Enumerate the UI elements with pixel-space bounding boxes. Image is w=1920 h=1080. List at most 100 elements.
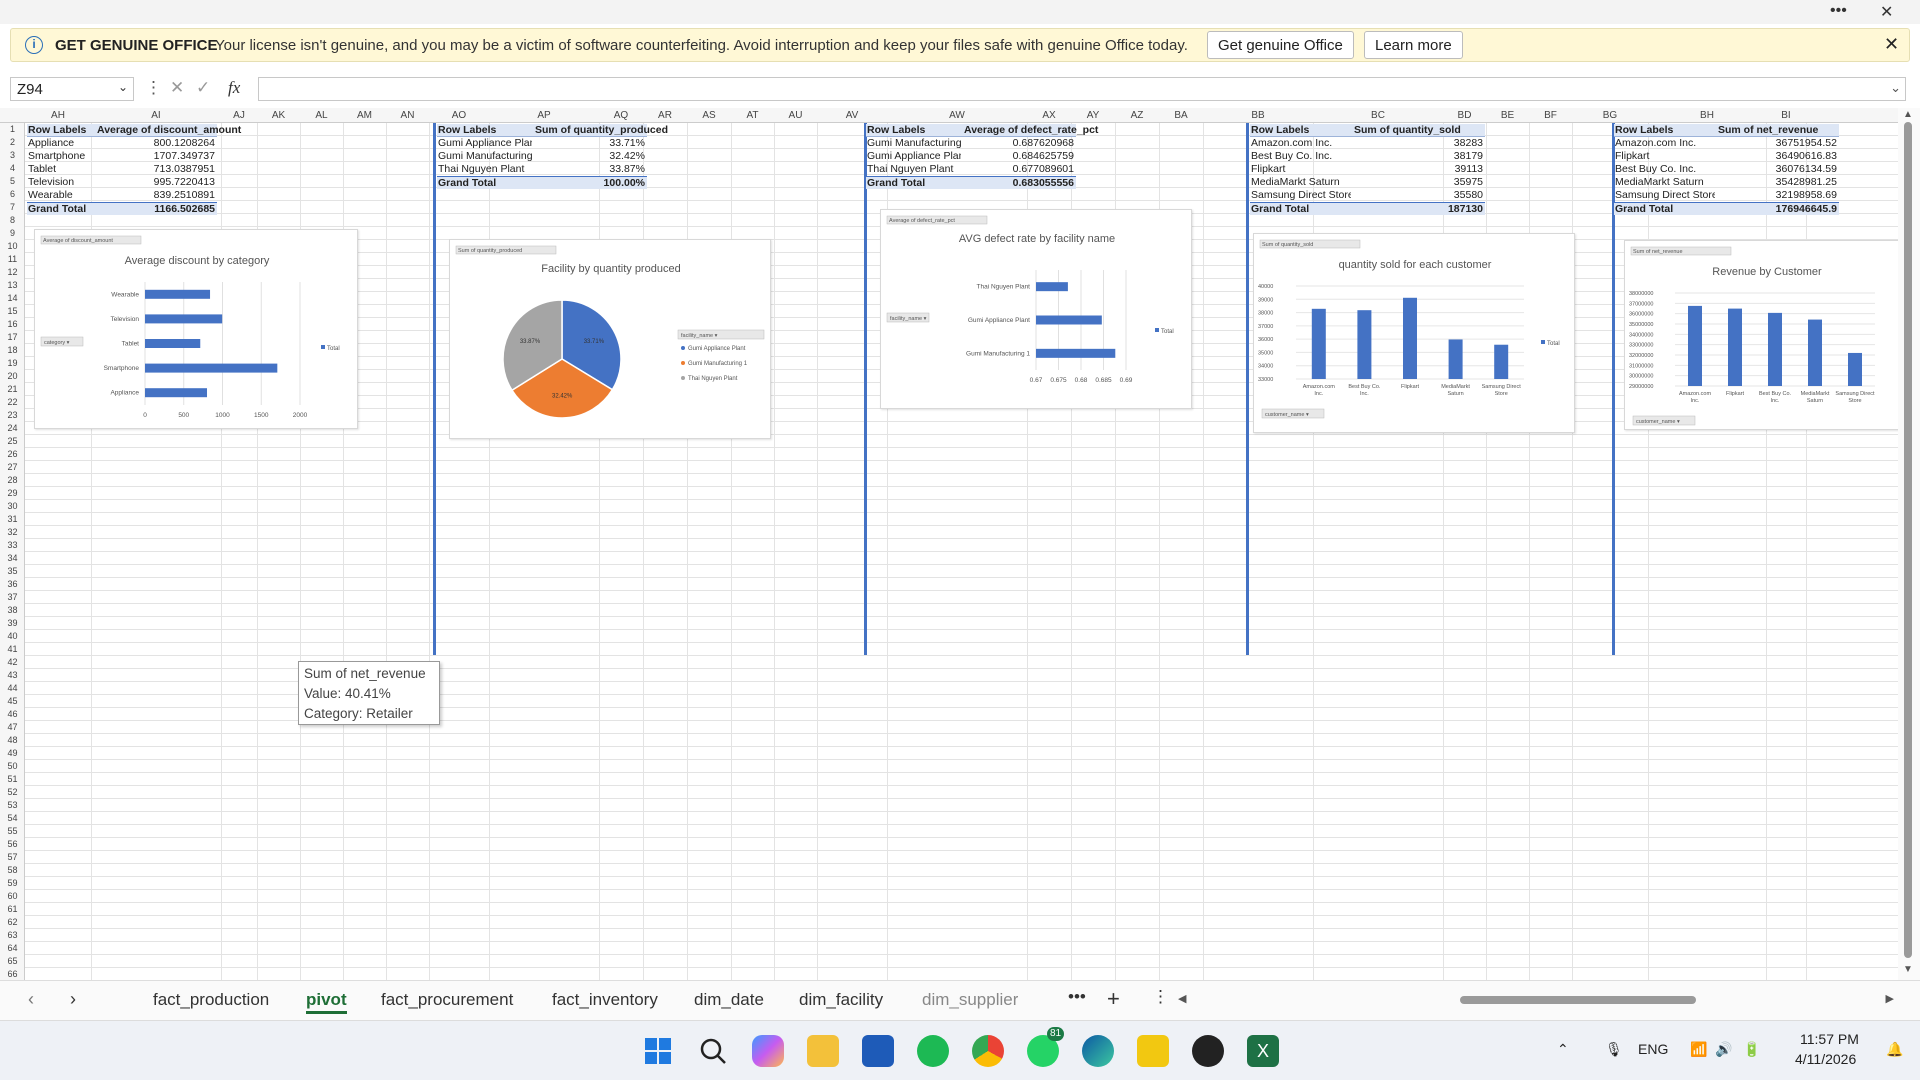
row-header[interactable]: 55 (0, 825, 25, 838)
column-header[interactable]: AK (257, 108, 300, 123)
row-header[interactable]: 35 (0, 565, 25, 578)
tab-fact-inventory[interactable]: fact_inventory (552, 990, 658, 1010)
row-header[interactable]: 12 (0, 266, 25, 279)
pivot-row[interactable]: Row Labels Sum of quantity_produced (437, 124, 668, 137)
row-header[interactable]: 65 (0, 955, 25, 968)
row-header[interactable]: 45 (0, 695, 25, 708)
microsoft-store-icon[interactable] (862, 1035, 894, 1067)
row-header[interactable]: 17 (0, 331, 25, 344)
tab-dim-supplier[interactable]: dim_supplier (922, 990, 1018, 1010)
column-header[interactable]: BA (1159, 108, 1203, 123)
pivot-row[interactable]: Appliance 800.1208264 (27, 137, 217, 150)
scroll-right-icon[interactable]: ▶ (1886, 992, 1894, 1005)
row-header[interactable]: 44 (0, 682, 25, 695)
chart-bar[interactable]: Average of defect_rate_pct AVG defect rat… (880, 209, 1192, 409)
column-header[interactable]: AX (1027, 108, 1071, 123)
pivot-row[interactable]: Samsung Direct Store 32198958.69 (1614, 189, 1839, 202)
close-banner-icon[interactable]: ✕ (1884, 34, 1899, 55)
volume-icon[interactable]: 🔊 (1715, 1041, 1732, 1058)
row-header[interactable]: 64 (0, 942, 25, 955)
pivot-row[interactable]: Gumi Manufacturing 1 32.42% (437, 150, 647, 163)
row-header[interactable]: 37 (0, 591, 25, 604)
column-header[interactable]: BH (1648, 108, 1766, 123)
cancel-icon[interactable]: ✕ (170, 78, 184, 98)
pivot-row[interactable]: Smartphone 1707.349737 (27, 150, 217, 163)
row-header[interactable]: 13 (0, 279, 25, 292)
column-header[interactable]: BI (1766, 108, 1806, 123)
power-bi-icon[interactable] (1137, 1035, 1169, 1067)
column-header[interactable]: AT (731, 108, 774, 123)
row-header[interactable]: 23 (0, 409, 25, 422)
row-header[interactable]: 40 (0, 630, 25, 643)
more-options-icon[interactable]: ••• (1830, 2, 1847, 20)
pivot-row[interactable]: Row Labels Average of defect_rate_pct (866, 124, 1098, 137)
chart-bar[interactable]: Sum of quantity_sold quantity sold for ea… (1253, 233, 1575, 433)
pivot-row[interactable]: Thai Nguyen Plant 33.87% (437, 163, 647, 176)
row-header[interactable]: 41 (0, 643, 25, 656)
row-header[interactable]: 26 (0, 448, 25, 461)
next-sheet-icon[interactable]: › (70, 989, 76, 1010)
clock-time[interactable]: 11:57 PM (1800, 1031, 1859, 1047)
pivot-row[interactable]: Flipkart 36490616.83 (1614, 150, 1839, 163)
clock-date[interactable]: 4/11/2026 (1795, 1051, 1856, 1067)
row-header[interactable]: 6 (0, 188, 25, 201)
column-header[interactable]: BB (1203, 108, 1313, 123)
edge-icon[interactable] (1082, 1035, 1114, 1067)
column-header[interactable]: BG (1572, 108, 1648, 123)
sheet-menu-icon[interactable]: ⋮ (1152, 987, 1169, 1007)
row-header[interactable]: 54 (0, 812, 25, 825)
column-header[interactable]: AY (1071, 108, 1115, 123)
pivot-row[interactable]: Row Labels Sum of quantity_sold (1250, 124, 1485, 137)
function-icon[interactable]: fx (228, 78, 240, 98)
windows-start-icon[interactable] (642, 1035, 674, 1067)
row-header[interactable]: 66 (0, 968, 25, 980)
row-header[interactable]: 48 (0, 734, 25, 747)
whatsapp-icon[interactable]: 81 (1027, 1027, 1065, 1067)
row-header[interactable]: 31 (0, 513, 25, 526)
row-header[interactable]: 56 (0, 838, 25, 851)
pivot-row[interactable]: Flipkart 39113 (1250, 163, 1485, 176)
row-header[interactable]: 7 (0, 201, 25, 214)
chevron-down-icon[interactable]: ⌄ (118, 80, 128, 94)
row-header[interactable]: 53 (0, 799, 25, 812)
chart-pie[interactable]: Sum of quantity_produced Facility by quan… (449, 239, 771, 439)
column-header[interactable]: BE (1486, 108, 1529, 123)
pivot-row[interactable]: Wearable 839.2510891 (27, 189, 217, 202)
microphone-icon[interactable]: 🎙 (1605, 1041, 1623, 1058)
tab-dim-facility[interactable]: dim_facility (799, 990, 883, 1010)
row-header[interactable]: 15 (0, 305, 25, 318)
pivot-row[interactable]: Grand Total 0.683055556 (866, 176, 1076, 189)
pivot-row[interactable]: MediaMarkt Saturn 35975 (1250, 176, 1485, 189)
row-header[interactable]: 8 (0, 214, 25, 227)
column-header[interactable]: AR (643, 108, 687, 123)
column-header[interactable]: AJ (221, 108, 257, 123)
tab-fact-production[interactable]: fact_production (153, 990, 269, 1010)
column-header[interactable]: BC (1313, 108, 1443, 123)
column-header[interactable]: AS (687, 108, 731, 123)
pivot-row[interactable]: Row Labels Sum of net_revenue (1614, 124, 1839, 137)
column-header[interactable]: AH (25, 108, 91, 123)
horizontal-scroll-thumb[interactable] (1460, 996, 1696, 1004)
row-header[interactable]: 57 (0, 851, 25, 864)
scroll-down-icon[interactable]: ▼ (1903, 964, 1913, 975)
row-header[interactable]: 49 (0, 747, 25, 760)
pivot-row[interactable]: Grand Total 100.00% (437, 176, 647, 189)
formula-input[interactable]: ⌄ (258, 77, 1906, 101)
column-header[interactable]: AZ (1115, 108, 1159, 123)
prev-sheet-icon[interactable]: ‹ (28, 989, 34, 1010)
row-header[interactable]: 14 (0, 292, 25, 305)
row-header[interactable]: 5 (0, 175, 25, 188)
row-header[interactable]: 16 (0, 318, 25, 331)
file-explorer-icon[interactable] (807, 1035, 839, 1067)
column-header[interactable]: AL (300, 108, 343, 123)
row-header[interactable]: 63 (0, 929, 25, 942)
pivot-row[interactable]: Best Buy Co. Inc. 38179 (1250, 150, 1485, 163)
more-sheets-icon[interactable]: ••• (1068, 987, 1086, 1007)
row-header[interactable]: 47 (0, 721, 25, 734)
column-header[interactable]: BD (1443, 108, 1486, 123)
search-icon[interactable] (697, 1035, 729, 1067)
column-header[interactable]: AP (489, 108, 599, 123)
row-header[interactable]: 61 (0, 903, 25, 916)
scroll-up-icon[interactable]: ▲ (1903, 109, 1913, 120)
pivot-table[interactable]: Row Labels Sum of quantity_produced Gumi A… (437, 124, 668, 189)
